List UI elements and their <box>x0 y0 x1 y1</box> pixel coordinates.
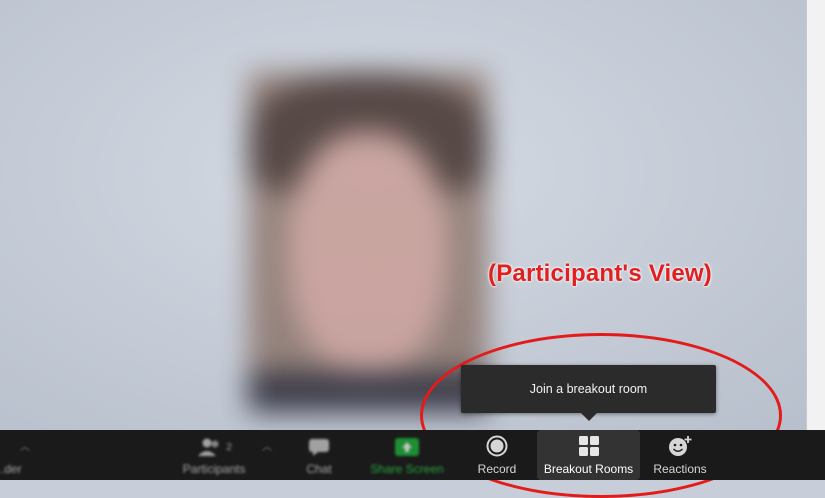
participant-video-blurred <box>248 72 488 412</box>
toolbar-label: Share Screen <box>370 462 444 476</box>
breakout-tooltip: Join a breakout room <box>461 365 716 413</box>
toolbar-item-breakout-rooms[interactable]: Breakout Rooms <box>537 430 640 480</box>
participants-count: 2 <box>226 441 232 453</box>
chevron-up-icon[interactable]: ︿ <box>20 438 30 453</box>
annotation-title: (Participant's View) <box>488 260 712 287</box>
toolbar-label: Record <box>477 462 517 476</box>
participants-icon: 2 <box>196 437 232 457</box>
record-icon <box>486 435 508 457</box>
meeting-toolbar: ...der ︿ 2 Participants ︿ Chat <box>0 430 825 480</box>
toolbar-item-record[interactable]: Record <box>470 430 524 480</box>
toolbar-label: Chat <box>306 462 332 476</box>
toolbar-item-chat[interactable]: Chat <box>296 430 342 480</box>
chevron-up-icon[interactable]: ︿ <box>262 438 272 453</box>
toolbar-label: Breakout Rooms <box>543 462 634 476</box>
side-panel-edge <box>806 0 825 430</box>
share-screen-icon <box>393 437 421 457</box>
reactions-icon <box>667 435 693 457</box>
toolbar-item-share-screen[interactable]: Share Screen <box>366 430 448 480</box>
toolbar-label: ...der <box>0 462 22 476</box>
tooltip-text: Join a breakout room <box>529 382 648 396</box>
toolbar-label: Reactions <box>653 462 707 476</box>
breakout-rooms-icon <box>578 435 600 457</box>
chat-icon <box>307 437 331 457</box>
tooltip-arrow <box>581 413 597 421</box>
toolbar-item-reactions[interactable]: Reactions <box>648 430 712 480</box>
toolbar-label: Participants <box>182 462 246 476</box>
toolbar-item-participants[interactable]: 2 Participants <box>176 430 252 480</box>
